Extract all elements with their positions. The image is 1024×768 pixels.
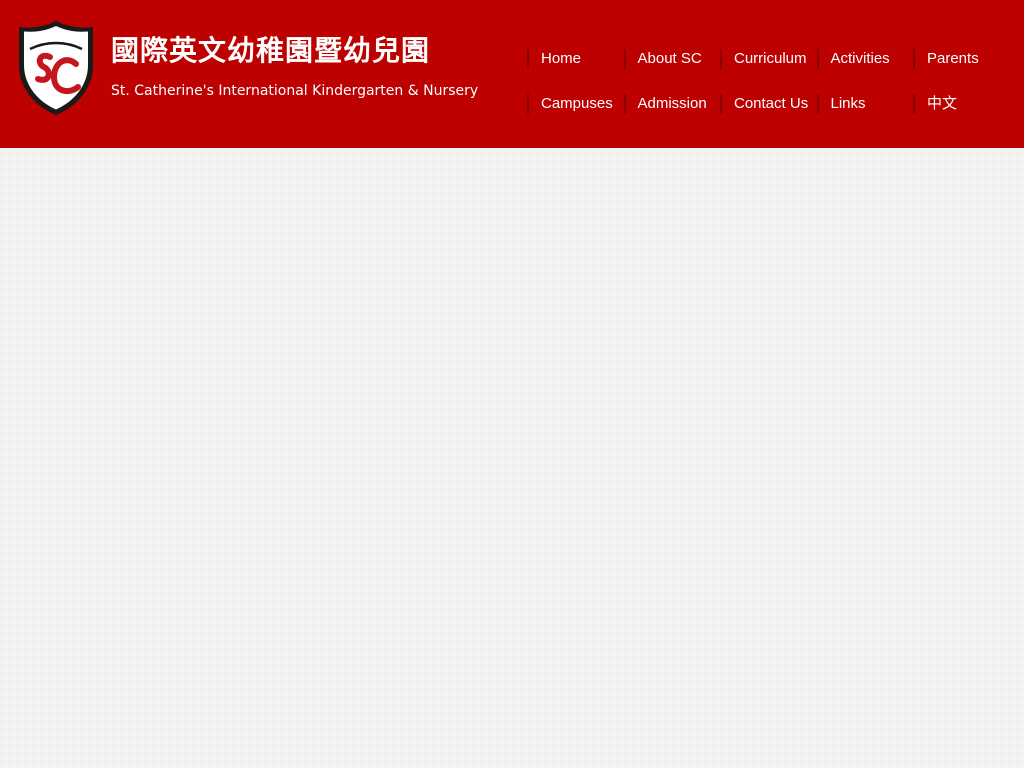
nav-home[interactable]: Home [527,49,624,69]
nav-chinese-language[interactable]: 中文 [913,94,1010,114]
school-name-english: St. Catherine's International Kindergart… [111,83,479,99]
main-navigation: Home About SC Curriculum Activities Pare… [527,40,1017,130]
nav-about-sc[interactable]: About SC [623,49,721,69]
site-header: 國際英文幼稚園暨幼兒園 St. Catherine's Internationa… [0,0,1024,148]
nav-curriculum[interactable]: Curriculum [720,49,817,69]
nav-activities[interactable]: Activities [816,49,914,69]
nav-contact-us[interactable]: Contact Us [720,94,817,114]
nav-admission[interactable]: Admission [623,94,721,114]
nav-parents[interactable]: Parents [913,49,1010,69]
school-crest-icon [19,21,93,115]
nav-links[interactable]: Links [816,94,914,114]
nav-campuses[interactable]: Campuses [527,94,624,114]
school-name-chinese: 國際英文幼稚園暨幼兒園 [111,34,431,67]
home-logo-link[interactable]: 國際英文幼稚園暨幼兒園 St. Catherine's Internationa… [16,19,506,119]
